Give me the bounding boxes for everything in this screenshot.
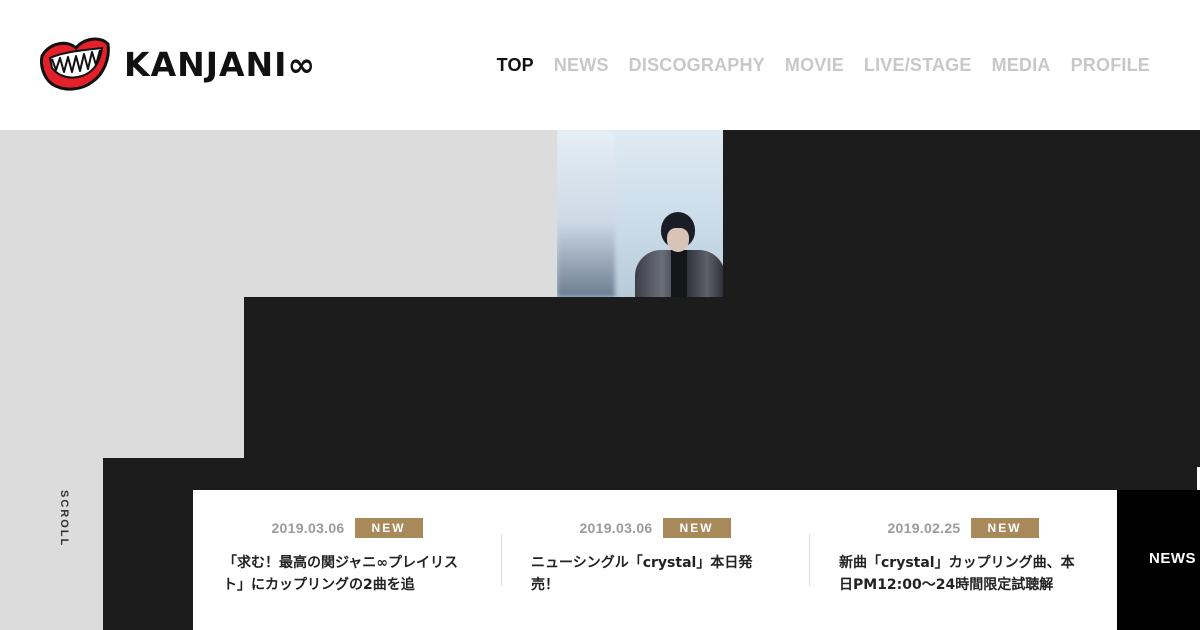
- nav-item-movie[interactable]: MOVIE: [785, 54, 844, 76]
- news-title: ニューシングル「crystal」本日発売！: [531, 555, 753, 593]
- news-item[interactable]: 2019.02.25 NEW 新曲「crystal」カップリング曲、本日PM12…: [809, 490, 1117, 630]
- site-header: KANJANI∞ TOP NEWS DISCOGRAPHY MOVIE LIVE…: [0, 0, 1200, 130]
- news-all-label: NEWS ALL: [1149, 550, 1200, 567]
- news-title: 「求む！最高の関ジャニ∞プレイリスト」にカップリングの2曲を追: [223, 555, 458, 593]
- new-badge: NEW: [970, 518, 1039, 538]
- member-photo: [557, 130, 723, 297]
- brand-name: KANJANI∞: [124, 44, 316, 84]
- news-item[interactable]: 2019.03.06 NEW ニューシングル「crystal」本日発売！: [501, 490, 809, 630]
- nav-item-live-stage[interactable]: LIVE/STAGE: [864, 54, 972, 76]
- main-nav: TOP NEWS DISCOGRAPHY MOVIE LIVE/STAGE ME…: [497, 54, 1150, 76]
- news-all-button[interactable]: NEWS ALL: [1117, 490, 1200, 630]
- news-date: 2019.03.06: [579, 520, 653, 536]
- nav-item-news[interactable]: NEWS: [554, 54, 609, 76]
- scroll-indicator[interactable]: SCROLL: [46, 490, 70, 550]
- site-logo[interactable]: KANJANI∞: [38, 34, 316, 94]
- new-badge: NEW: [662, 518, 731, 538]
- news-date: 2019.03.06: [271, 520, 345, 536]
- new-badge: NEW: [354, 518, 423, 538]
- news-title: 新曲「crystal」カップリング曲、本日PM12:00～24時間限定試聴解: [839, 555, 1075, 593]
- fanged-mouth-logo-icon: [40, 37, 110, 91]
- nav-item-profile[interactable]: PROFILE: [1071, 54, 1150, 76]
- news-ticker: 2019.03.06 NEW 「求む！最高の関ジャニ∞プレイリスト」にカップリン…: [193, 490, 1117, 630]
- news-item[interactable]: 2019.03.06 NEW 「求む！最高の関ジャニ∞プレイリスト」にカップリン…: [193, 490, 501, 630]
- nav-item-discography[interactable]: DISCOGRAPHY: [629, 54, 765, 76]
- page: KANJANI∞ TOP NEWS DISCOGRAPHY MOVIE LIVE…: [0, 0, 1200, 630]
- nav-item-top[interactable]: TOP: [497, 54, 534, 76]
- nav-item-media[interactable]: MEDIA: [992, 54, 1051, 76]
- news-date: 2019.02.25: [887, 520, 961, 536]
